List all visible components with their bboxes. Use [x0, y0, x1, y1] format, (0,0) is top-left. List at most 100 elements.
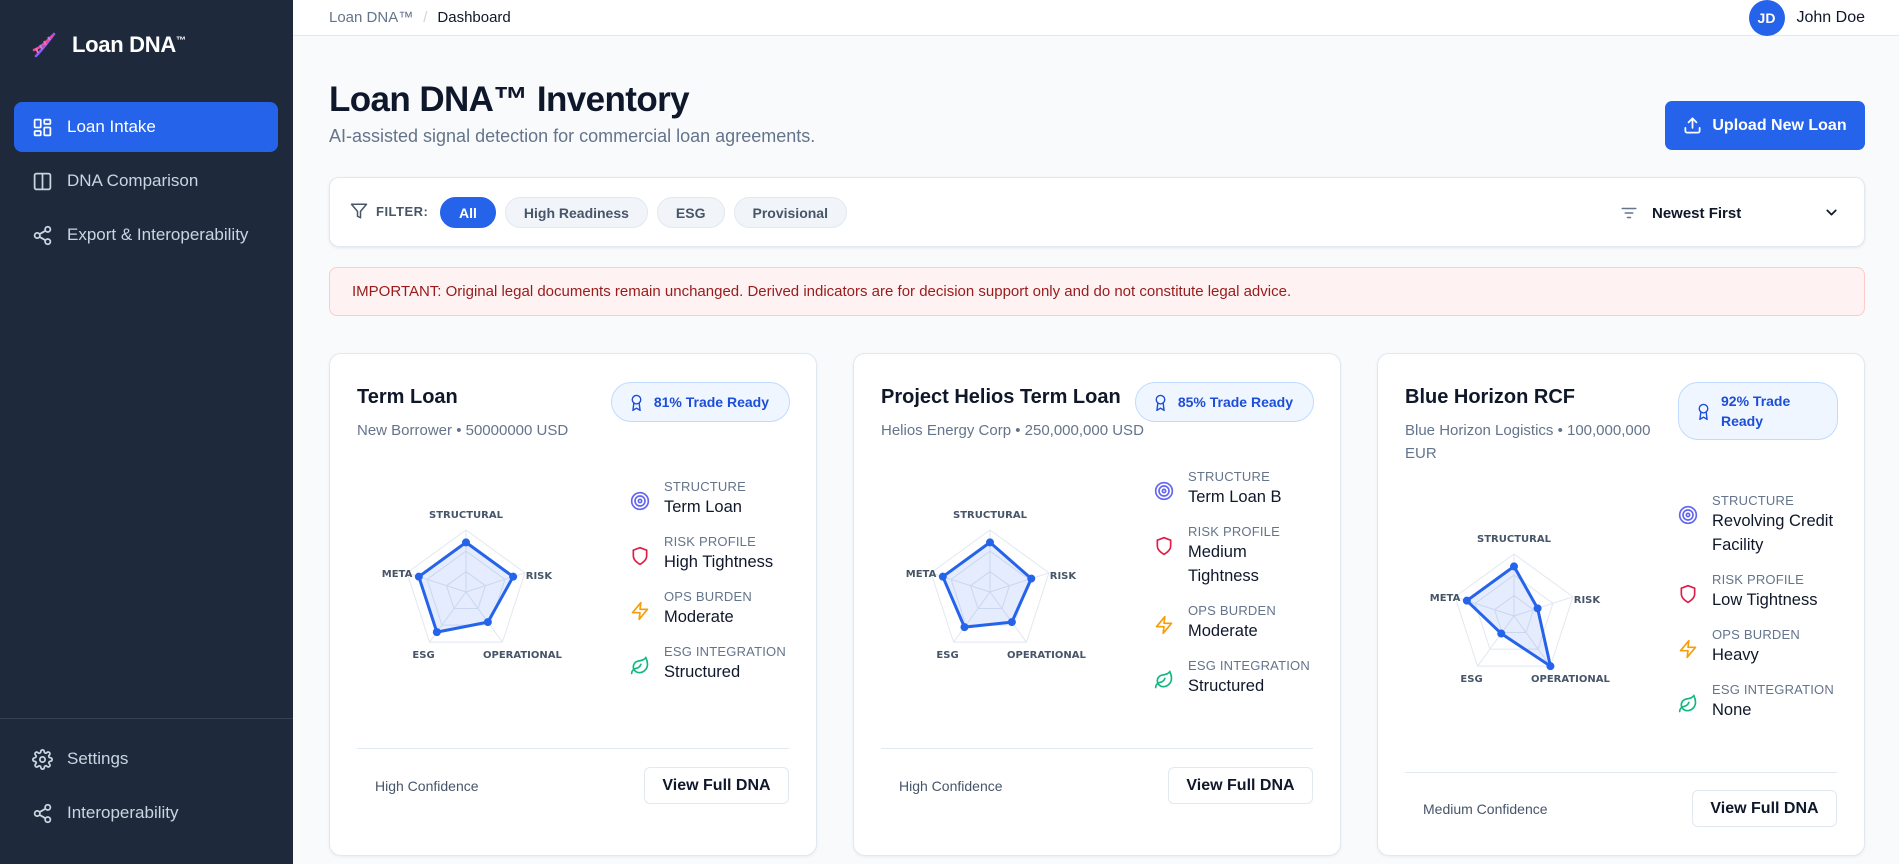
legal-notice: IMPORTANT: Original legal documents rema…: [329, 267, 1865, 316]
metric-ops-burden: Ops Burden Heavy: [1678, 627, 1858, 667]
radar-point-risk: [1027, 574, 1036, 583]
gear-icon: [32, 748, 53, 770]
brand[interactable]: Loan DNA™: [30, 30, 186, 60]
filter-chip-esg[interactable]: ESG: [656, 197, 725, 228]
loan-card: Blue Horizon RCF Blue Horizon Logistics …: [1377, 353, 1865, 856]
radar-point-structural: [1510, 562, 1518, 571]
trade-ready-badge: 92% Trade Ready: [1678, 382, 1838, 440]
metric-label: Risk Profile: [1188, 524, 1280, 539]
metrics-list: Structure Term Loan B Risk Profile Mediu…: [1154, 469, 1334, 713]
radar-point-esg: [1497, 629, 1506, 638]
target-icon: [630, 491, 650, 511]
metric-label: Risk Profile: [664, 534, 756, 549]
metric-value: Moderate: [664, 608, 734, 626]
page-title: Loan DNA™ Inventory: [329, 80, 690, 119]
sidebar-item-label: Interoperability: [67, 803, 179, 822]
share-icon: [33, 225, 52, 245]
radar-point-structural: [986, 538, 994, 547]
metric-risk-profile: Risk Profile Medium Tightness: [1154, 524, 1334, 588]
metric-value: Term Loan: [664, 498, 742, 516]
radar-point-esg: [432, 628, 441, 637]
confidence-level: Medium Confidence: [1423, 801, 1548, 817]
award-icon: [1698, 403, 1709, 420]
metric-label: ESG Integration: [664, 644, 786, 659]
radar-point-risk: [509, 572, 518, 581]
card-divider: [1405, 772, 1837, 773]
radar-point-esg: [960, 623, 969, 632]
radar-axis-label-risk: RISK: [1050, 571, 1078, 582]
filter-chip-all[interactable]: All: [440, 197, 496, 228]
metric-value: Heavy: [1712, 646, 1759, 664]
metric-label: Ops Burden: [1712, 627, 1800, 642]
breadcrumb-separator: /: [423, 9, 428, 26]
grid-icon: [33, 118, 52, 136]
leaf-icon: [1678, 694, 1697, 713]
user-menu[interactable]: JD John Doe: [1748, 0, 1866, 36]
metric-value: None: [1712, 701, 1752, 719]
radar-axis-label-risk: RISK: [526, 571, 554, 582]
metric-value: Term Loan B: [1188, 488, 1282, 506]
metric-label: Ops Burden: [664, 589, 752, 604]
sidebar-item-loan-intake[interactable]: Loan Intake: [14, 102, 278, 152]
card-divider: [357, 748, 789, 749]
radar-axis-label-esg: ESG: [412, 650, 434, 661]
metric-label: Risk Profile: [1712, 572, 1804, 587]
bottom-nav: Settings Interoperability: [14, 734, 278, 842]
breadcrumb: Loan DNA™ / Dashboard: [329, 9, 511, 26]
upload-new-loan-button[interactable]: Upload New Loan: [1665, 101, 1865, 150]
leaf-icon: [1154, 670, 1173, 689]
radar-axis-label-meta: META: [1430, 593, 1461, 604]
radar-point-operational: [1007, 618, 1016, 627]
radar-axis-label-structural: STRUCTURAL: [429, 510, 504, 521]
chevron-down-icon: [1826, 209, 1837, 216]
card-title: Term Loan: [357, 386, 458, 408]
metric-esg-integration: ESG Integration Structured: [630, 644, 810, 684]
columns-icon: [33, 172, 52, 190]
loan-card: Project Helios Term Loan Helios Energy C…: [853, 353, 1341, 856]
confidence-level: High Confidence: [899, 778, 1003, 794]
card-subtitle: New Borrower • 50000000 USD: [357, 422, 569, 439]
target-icon: [1678, 505, 1698, 525]
radar-axis-label-meta: META: [382, 569, 413, 580]
sidebar-item-label: Settings: [67, 749, 129, 768]
sidebar-item-export[interactable]: Export & Interoperability: [14, 210, 278, 260]
sidebar-item-dna-comparison[interactable]: DNA Comparison: [14, 156, 278, 206]
metric-ops-burden: Ops Burden Moderate: [1154, 603, 1334, 643]
sidebar-item-interoperability[interactable]: Interoperability: [14, 788, 278, 838]
lightning-icon: [1679, 639, 1697, 659]
filter-bar: FILTER: All High Readiness ESG Provision…: [329, 177, 1865, 247]
metric-structure: Structure Term Loan: [630, 479, 810, 519]
target-icon: [1154, 481, 1174, 501]
view-full-dna-button[interactable]: View Full DNA: [644, 767, 789, 804]
avatar[interactable]: JD: [1748, 0, 1785, 36]
card-subtitle: Blue Horizon Logistics • 100,000,000 EUR: [1405, 422, 1651, 462]
radar-axis-label-esg: ESG: [1460, 674, 1482, 685]
brand-name: Loan DNA™: [72, 32, 186, 57]
view-full-dna-button[interactable]: View Full DNA: [1168, 767, 1313, 804]
dna-radar-chart: STRUCTURAL RISK OPERATIONAL ESG META: [382, 510, 563, 661]
radar-point-operational: [1546, 662, 1555, 671]
shield-icon: [632, 546, 648, 566]
metric-esg-integration: ESG Integration None: [1678, 682, 1858, 722]
sidebar: Loan DNA™ Loan Intake DNA Comparison Exp…: [0, 0, 293, 864]
filter-chip-high-readiness[interactable]: High Readiness: [504, 197, 648, 228]
radar-point-operational: [483, 618, 492, 627]
card-divider: [881, 748, 1313, 749]
metrics-list: Structure Term Loan Risk Profile High Ti…: [630, 479, 810, 699]
dna-icon: [32, 32, 56, 58]
metric-value: Revolving Credit Facility: [1712, 512, 1834, 554]
view-full-dna-button[interactable]: View Full DNA: [1692, 790, 1837, 827]
award-icon: [631, 394, 642, 411]
sidebar-item-settings[interactable]: Settings: [14, 734, 278, 784]
radar-axis-label-operational: OPERATIONAL: [1531, 674, 1610, 685]
breadcrumb-root[interactable]: Loan DNA™: [329, 9, 413, 26]
radar-axis-label-meta: META: [906, 569, 937, 580]
metric-value: Low Tightness: [1712, 591, 1818, 609]
upload-icon: [1684, 117, 1701, 134]
filter-chip-provisional[interactable]: Provisional: [733, 197, 847, 228]
metric-label: Structure: [664, 479, 746, 494]
metric-label: Structure: [1188, 469, 1270, 484]
metric-esg-integration: ESG Integration Structured: [1154, 658, 1334, 698]
user-name: John Doe: [1796, 9, 1866, 26]
sort-select[interactable]: Newest First: [1620, 199, 1840, 227]
